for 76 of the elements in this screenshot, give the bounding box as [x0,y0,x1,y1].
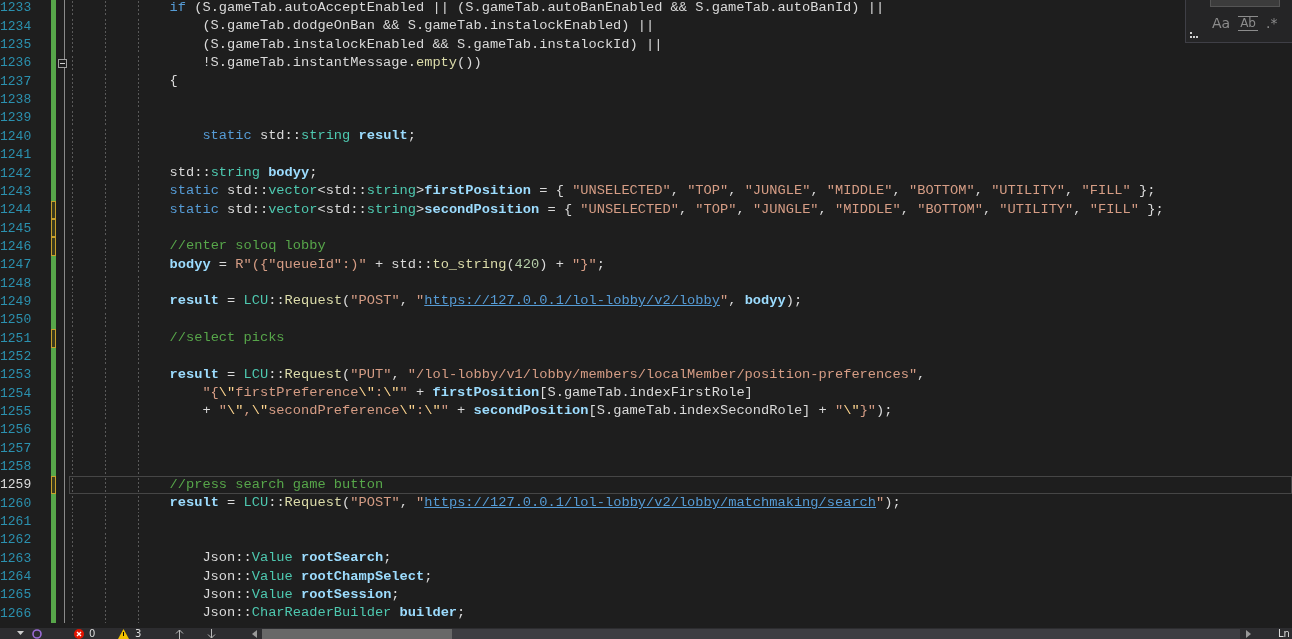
find-field[interactable] [1210,0,1280,7]
line-number: 1258 [0,458,29,476]
line-number: 1266 [0,604,29,623]
code-line: + "\",\"secondPreference\":\"" + secondPosition[S.gameTab.indexSecondRole] + "\"}"); [201,402,893,421]
line-number: 1260 [0,494,29,513]
line-number: 1257 [0,439,29,458]
code-line: //enter soloq lobby [168,237,326,256]
line-number: 1239 [0,109,29,128]
caret-icon[interactable] [17,631,24,635]
code-line: Json::Value rootSession; [201,585,400,604]
line-number: 1236 [0,54,29,73]
line-number: 1244 [0,201,29,220]
collapse-icon[interactable] [58,58,67,68]
resize-grip-icon[interactable] [1190,32,1198,38]
line-number: 1234 [0,17,29,36]
line-number: 1256 [0,421,29,440]
warning-count: 3 [135,628,142,639]
warning-icon[interactable] [118,629,129,639]
code-line: Json::Value rootChampSelect; [201,567,433,586]
code-line: static std::string result; [201,127,416,146]
error-icon[interactable] [74,629,84,639]
line-number: 1265 [0,586,29,605]
line-number: 1243 [0,182,29,201]
code-line: static std::vector<std::string>secondPosition = { "UNSELECTED", "TOP", "JUNGLE", "MIDDLE", "BOTTOM", "UTILITY", "FILL" }; [168,200,1164,219]
plugin-icon[interactable] [32,629,42,639]
line-number: 1237 [0,72,29,91]
code-line: (S.gameTab.dodgeOnBan && S.gameTab.instalockEnabled) || [201,17,655,36]
down-arrow-icon[interactable] [207,629,216,639]
code-line: !S.gameTab.instantMessage.empty()) [201,53,482,72]
line-number: 1238 [0,91,29,110]
line-number: 1241 [0,146,29,165]
code-line: "{\"firstPreference\":\"" + firstPosition[S.gameTab.indexFirstRole] [201,384,753,403]
error-count: 0 [89,628,96,639]
code-line: { [168,72,178,91]
code-line: result = LCU::Request("PUT", "/lol-lobby/v1/lobby/members/localMember/position-preferences", [168,365,926,384]
code-line: (S.gameTab.instalockEnabled && S.gameTab.instalockId) || [201,35,663,54]
line-number: 1262 [0,531,29,550]
scroll-left-icon[interactable] [252,630,257,638]
code-line: //select picks [168,329,285,348]
up-arrow-icon[interactable] [175,629,184,639]
line-position-label: Ln [1278,628,1290,639]
code-line: bodyy = R"({"queueId":)" + std::to_string(420) + "}"; [168,255,605,274]
line-number: 1259 [0,476,29,495]
search-option-toggle[interactable]: Ab [1238,16,1258,31]
line-number: 1253 [0,366,29,385]
line-number: 1250 [0,311,29,330]
line-number: 1263 [0,549,29,568]
line-number: 1248 [0,274,29,293]
url-link[interactable]: https://127.0.0.1/lol-lobby/v2/lobby [424,293,720,309]
line-number: 1233 [0,0,29,18]
line-number: 1249 [0,292,29,311]
code-line: result = LCU::Request("POST", "https://127.0.0.1/lol-lobby/v2/lobby/matchmaking/search"); [168,494,901,513]
line-number: 1251 [0,329,29,348]
horizontal-scrollbar[interactable] [262,629,1240,639]
line-number: 1246 [0,237,29,256]
line-number: 1247 [0,256,29,275]
line-number: 1254 [0,384,29,403]
url-link[interactable]: https://127.0.0.1/lol-lobby/v2/lobby/matchmaking/search [424,495,877,511]
code-line: static std::vector<std::string>firstPosition = { "UNSELECTED", "TOP", "JUNGLE", "MIDDLE", "BOTTOM", "UTILITY", "FILL" }; [168,182,1156,201]
line-number: 1264 [0,568,29,587]
scroll-right-icon[interactable] [1246,630,1251,638]
code-line: Json::CharReaderBuilder builder; [201,604,466,623]
code-line: //press search game button [168,475,384,494]
code-line: std::string bodyy; [168,164,318,182]
line-number: 1255 [0,403,29,421]
search-option-toggle[interactable]: Aa [1210,14,1233,32]
code-line: result = LCU::Request("POST", "https://127.0.0.1/lol-lobby/v2/lobby", bodyy); [168,292,803,311]
code-line: Json::Value rootSearch; [201,549,392,568]
line-number: 1252 [0,347,29,366]
code-line: if (S.gameTab.autoAcceptEnabled || (S.gameTab.autoBanEnabled && S.gameTab.autoBanId) || [168,0,885,17]
line-number: 1235 [0,36,29,55]
line-number: 1261 [0,513,29,532]
line-number: 1240 [0,127,29,146]
line-number: 1245 [0,219,29,238]
line-number: 1242 [0,164,29,183]
search-option-toggle[interactable]: .* [1264,14,1280,32]
